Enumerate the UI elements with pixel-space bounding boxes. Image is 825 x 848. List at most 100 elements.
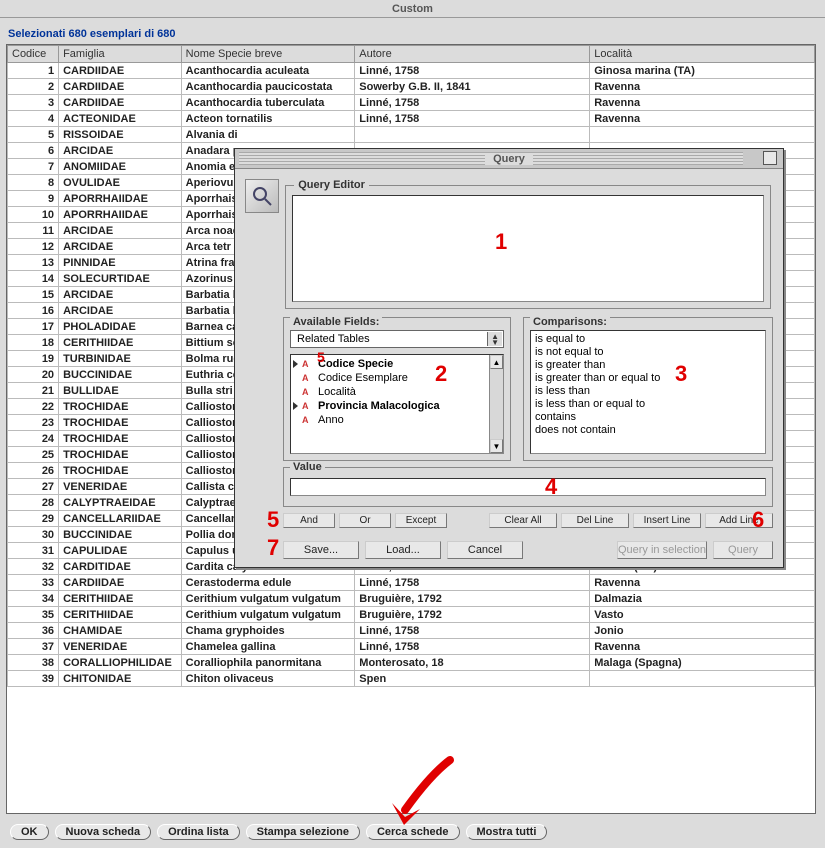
insert-line-button[interactable]: Insert Line (633, 513, 701, 528)
field-list[interactable]: ACodice SpecieACodice EsemplareALocalità… (290, 354, 504, 454)
cell-famiglia: CARDIIDAE (59, 575, 182, 591)
cell-codice: 6 (8, 143, 59, 159)
comparison-item[interactable]: is less than or equal to (535, 398, 761, 411)
del-line-button[interactable]: Del Line (561, 513, 629, 528)
related-tables-dropdown[interactable]: Related Tables ▲▼ (290, 330, 504, 348)
value-panel: Value (283, 467, 773, 507)
red-arrow-annotation (380, 755, 470, 835)
load-button[interactable]: Load... (365, 541, 441, 559)
cell-autore: Spen (355, 671, 590, 687)
cell-nome: Acteon tornatilis (181, 111, 355, 127)
field-type-icon: A (302, 359, 314, 369)
cell-autore: Bruguière, 1792 (355, 591, 590, 607)
query-button[interactable]: Query (713, 541, 773, 559)
table-row[interactable]: 33CARDIIDAECerastoderma eduleLinné, 1758… (8, 575, 815, 591)
cell-famiglia: CARDIIDAE (59, 79, 182, 95)
table-row[interactable]: 4ACTEONIDAEActeon tornatilisLinné, 1758R… (8, 111, 815, 127)
except-button[interactable]: Except (395, 513, 447, 528)
scroll-down-icon[interactable]: ▼ (490, 439, 503, 453)
table-row[interactable]: 3CARDIIDAEAcanthocardia tuberculataLinné… (8, 95, 815, 111)
field-item[interactable]: ALocalità (293, 385, 501, 399)
cell-localita: Ginosa marina (TA) (590, 63, 815, 79)
cell-codice: 20 (8, 367, 59, 383)
cell-nome: Chama gryphoides (181, 623, 355, 639)
cell-famiglia: ARCIDAE (59, 223, 182, 239)
table-row[interactable]: 2CARDIIDAEAcanthocardia paucicostataSowe… (8, 79, 815, 95)
table-row[interactable]: 36CHAMIDAEChama gryphoidesLinné, 1758Jon… (8, 623, 815, 639)
cell-codice: 22 (8, 399, 59, 415)
dropdown-arrows-icon: ▲▼ (491, 334, 499, 346)
stampa-selezione-button[interactable]: Stampa selezione (246, 824, 360, 840)
save-button[interactable]: Save... (283, 541, 359, 559)
cancel-button[interactable]: Cancel (447, 541, 523, 559)
cell-autore: Sowerby G.B. II, 1841 (355, 79, 590, 95)
field-label: Località (318, 386, 356, 398)
cell-codice: 26 (8, 463, 59, 479)
comparison-item[interactable]: is not equal to (535, 346, 761, 359)
annotation-1: 1 (495, 229, 507, 255)
cell-famiglia: CARDIIDAE (59, 95, 182, 111)
mostra-tutti-button[interactable]: Mostra tutti (466, 824, 548, 840)
comparison-list[interactable]: is equal tois not equal tois greater tha… (530, 330, 766, 454)
value-input[interactable] (290, 478, 766, 496)
cell-nome: Cerithium vulgatum vulgatum (181, 591, 355, 607)
disclosure-triangle-icon (293, 402, 298, 410)
and-button[interactable]: And (283, 513, 335, 528)
comparison-item[interactable]: is greater than (535, 359, 761, 372)
dropdown-value: Related Tables (297, 333, 370, 345)
comparison-item[interactable]: is equal to (535, 333, 761, 346)
annotation-5: 5 (267, 507, 279, 533)
cell-codice: 28 (8, 495, 59, 511)
field-item[interactable]: AAnno (293, 413, 501, 427)
cell-autore: Monterosato, 18 (355, 655, 590, 671)
table-row[interactable]: 35CERITHIIDAECerithium vulgatum vulgatum… (8, 607, 815, 623)
comparison-item[interactable]: is greater than or equal to (535, 372, 761, 385)
ordina-lista-button[interactable]: Ordina lista (157, 824, 240, 840)
col-localita[interactable]: Località (590, 46, 815, 63)
cell-codice: 1 (8, 63, 59, 79)
selection-status: Selezionati 680 esemplari di 680 (6, 24, 819, 44)
cell-nome: Coralliophila panormitana (181, 655, 355, 671)
query-in-selection-button[interactable]: Query in selection (617, 541, 707, 559)
nuova-scheda-button[interactable]: Nuova scheda (55, 824, 152, 840)
cell-localita: Malaga (Spagna) (590, 655, 815, 671)
table-row[interactable]: 5RISSOIDAEAlvania di (8, 127, 815, 143)
dialog-titlebar[interactable]: Query (235, 149, 783, 169)
table-row[interactable]: 39CHITONIDAEChiton olivaceusSpen (8, 671, 815, 687)
cell-famiglia: BULLIDAE (59, 383, 182, 399)
field-item[interactable]: AProvincia Malacologica (293, 399, 501, 413)
table-row[interactable]: 38CORALLIOPHILIDAECoralliophila panormit… (8, 655, 815, 671)
table-row[interactable]: 34CERITHIIDAECerithium vulgatum vulgatum… (8, 591, 815, 607)
cell-codice: 15 (8, 287, 59, 303)
cell-famiglia: TURBINIDAE (59, 351, 182, 367)
scrollbar[interactable]: ▲ ▼ (489, 355, 503, 453)
cell-codice: 23 (8, 415, 59, 431)
comparison-item[interactable]: contains (535, 411, 761, 424)
cell-localita (590, 127, 815, 143)
col-famiglia[interactable]: Famiglia (59, 46, 182, 63)
comparison-item[interactable]: is less than (535, 385, 761, 398)
cell-famiglia: CHITONIDAE (59, 671, 182, 687)
svg-text:A: A (302, 373, 309, 383)
col-codice[interactable]: Codice (8, 46, 59, 63)
query-editor-area[interactable] (292, 195, 764, 302)
comparisons-panel: Comparisons: is equal tois not equal toi… (523, 317, 773, 461)
field-item[interactable]: ACodice Esemplare (293, 371, 501, 385)
col-autore[interactable]: Autore (355, 46, 590, 63)
table-row[interactable]: 1CARDIIDAEAcanthocardia aculeataLinné, 1… (8, 63, 815, 79)
scroll-up-icon[interactable]: ▲ (490, 355, 503, 369)
cell-famiglia: APORRHAIIDAE (59, 191, 182, 207)
cell-famiglia: PINNIDAE (59, 255, 182, 271)
cell-famiglia: CALYPTRAEIDAE (59, 495, 182, 511)
table-row[interactable]: 37VENERIDAEChamelea gallinaLinné, 1758Ra… (8, 639, 815, 655)
collapse-icon[interactable] (763, 151, 777, 165)
cell-famiglia: CERITHIIDAE (59, 591, 182, 607)
or-button[interactable]: Or (339, 513, 391, 528)
clear-all-button[interactable]: Clear All (489, 513, 557, 528)
col-nome[interactable]: Nome Specie breve (181, 46, 355, 63)
comparison-item[interactable]: does not contain (535, 424, 761, 437)
cell-autore: Linné, 1758 (355, 639, 590, 655)
ok-button[interactable]: OK (10, 824, 49, 840)
cell-autore: Linné, 1758 (355, 63, 590, 79)
cell-codice: 9 (8, 191, 59, 207)
